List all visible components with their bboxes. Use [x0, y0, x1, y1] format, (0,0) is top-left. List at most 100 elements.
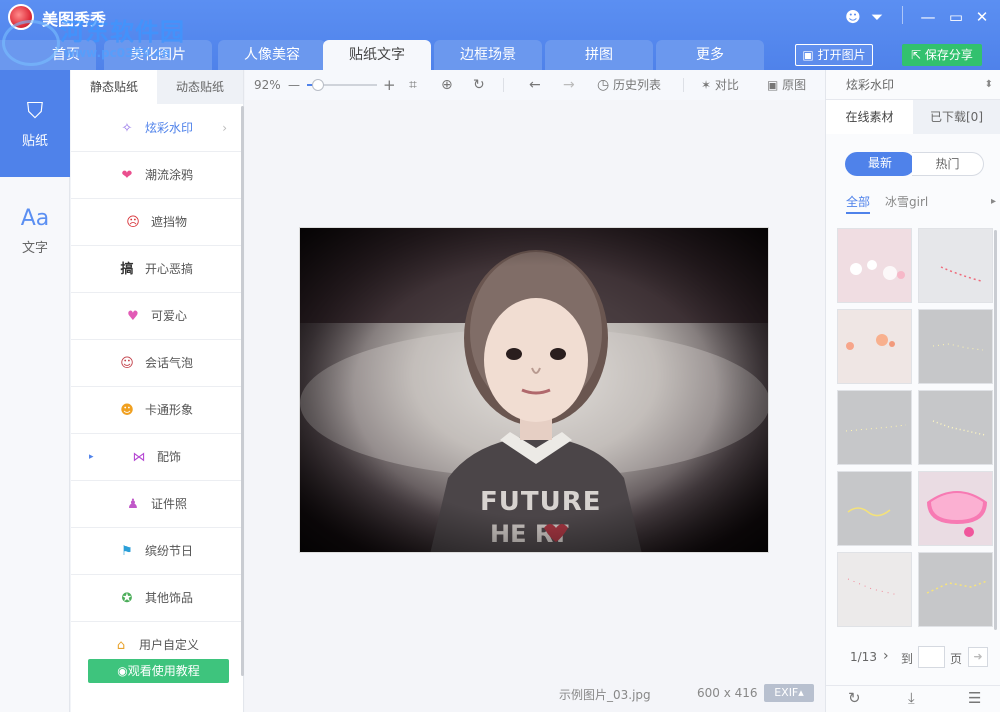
sort-newest-button[interactable]: 最新 [845, 152, 915, 176]
tab-frames[interactable]: 边框场景 [434, 40, 542, 70]
crop-icon[interactable]: ⌗ [409, 70, 417, 100]
image-dimensions: 600 x 416 [697, 686, 758, 700]
category-label: 可爱心 [150, 309, 187, 323]
minimize-icon[interactable]: — [918, 8, 938, 26]
shirt-icon: ♟ [127, 497, 139, 512]
category-item[interactable]: ☻ 卡通形象 [71, 387, 241, 434]
go-page-button[interactable]: ➜ [968, 647, 988, 667]
status-bar: 示例图片_03.jpg 600 x 416 EXIF▴ [245, 680, 825, 712]
sticker-preview [847, 507, 891, 517]
zoom-slider-knob[interactable] [312, 79, 325, 91]
sticker-grid-scrollbar[interactable] [994, 230, 997, 630]
menu-icon[interactable]: ⏷ [867, 8, 887, 26]
redo-icon[interactable]: → [563, 70, 575, 100]
tab-online-materials[interactable]: 在线素材 [826, 100, 913, 134]
open-image-button[interactable]: ▣ 打开图片 [795, 44, 873, 66]
sticker-thumbnail[interactable] [918, 390, 993, 465]
tab-downloaded[interactable]: 已下载[0] [913, 100, 1000, 134]
toolbar-separator [683, 78, 684, 92]
zoom-level: 92% [254, 78, 281, 92]
goto-label: 到 [901, 652, 914, 666]
updown-icon: ⬍ [984, 79, 993, 90]
zoom-slider[interactable] [307, 79, 377, 91]
category-item[interactable]: ✪ 其他饰品 [71, 575, 241, 622]
material-actions-bar: ↻ ⤓ ☰ [826, 685, 1000, 712]
category-item[interactable]: ❤ 潮流涂鸦 [71, 152, 241, 199]
sticker-thumbnail[interactable] [837, 390, 912, 465]
original-button[interactable]: ▣ 原图 [767, 70, 806, 100]
filter-snow-girl[interactable]: 冰雪girl [885, 192, 928, 214]
save-share-button[interactable]: ⇱ 保存分享 [902, 44, 982, 66]
next-page-icon[interactable]: › [883, 648, 889, 664]
rotate-icon[interactable]: ↻ [473, 70, 485, 100]
gift-icon: ⚑ [121, 544, 133, 559]
exif-button[interactable]: EXIF▴ [764, 684, 814, 702]
category-label: 遮挡物 [150, 215, 187, 229]
tab-portrait[interactable]: 人像美容 [218, 40, 326, 70]
filter-all[interactable]: 全部 [846, 192, 871, 214]
title-bar: 美图秀秀 ☻ ⏷ — ▭ ✕ 首页 美化图片 人像美容 贴纸文字 边框场景 拼图… [0, 0, 1000, 70]
sticker-thumbnail[interactable] [918, 228, 993, 303]
sticker-thumbnail[interactable] [837, 309, 912, 384]
category-label: 配饰 [156, 450, 181, 464]
refresh-icon[interactable]: ↻ [848, 689, 861, 707]
zoom-in-button[interactable]: + [383, 70, 396, 100]
nav-stickers[interactable]: ⛉ 贴纸 [0, 70, 70, 177]
undo-icon[interactable]: ← [529, 70, 541, 100]
category-item[interactable]: ♟ 证件照 [71, 481, 241, 528]
category-item[interactable]: ✧ 炫彩水印 › [71, 105, 241, 152]
sticker-preview [846, 334, 895, 350]
sort-popular-button[interactable]: 热门 [912, 152, 984, 176]
sticker-material-panel: 炫彩水印 ⬍ 在线素材 已下载[0] 最新 热门 全部 冰雪girl ▸ 1/1… [825, 70, 1000, 712]
maximize-icon[interactable]: ▭ [946, 8, 966, 26]
watermark-url: www.pc0359.cn [64, 46, 171, 60]
zoom-out-button[interactable]: — [288, 70, 300, 100]
history-button[interactable]: ◷ 历史列表 [597, 70, 661, 100]
category-label: 证件照 [150, 497, 187, 511]
tab-animated-stickers[interactable]: 动态贴纸 [157, 70, 243, 104]
tutorial-button[interactable]: ◉观看使用教程 [88, 659, 229, 683]
tab-static-stickers[interactable]: 静态贴纸 [71, 70, 157, 104]
chevron-right-icon[interactable]: ▸ [991, 192, 996, 214]
category-label: 用户自定义 [138, 638, 199, 652]
category-item[interactable]: ▸ ⋈ 配饰 [71, 434, 241, 481]
tab-collage[interactable]: 拼图 [545, 40, 653, 70]
sticker-thumbnail[interactable] [918, 471, 993, 546]
tab-more[interactable]: 更多 [656, 40, 764, 70]
edited-photo[interactable]: FUTURE HE RT [299, 227, 769, 553]
category-label: 会话气泡 [144, 356, 193, 370]
nav-text[interactable]: Aa 文字 [0, 177, 70, 284]
compare-button[interactable]: ✶ 对比 [701, 70, 739, 100]
close-icon[interactable]: ✕ [972, 8, 992, 26]
watermark-logo [2, 20, 60, 66]
skin-icon[interactable]: ☻ [843, 8, 863, 26]
category-item[interactable]: ⚑ 缤纷节日 [71, 528, 241, 575]
funny-icon: 搞 [120, 262, 134, 277]
category-scrollbar[interactable] [241, 106, 244, 676]
download-icon[interactable]: ⤓ [908, 689, 915, 707]
sticker-thumbnail[interactable] [837, 228, 912, 303]
category-item[interactable]: ☹ 遮挡物 [71, 199, 241, 246]
sticker-thumbnail[interactable] [837, 471, 912, 546]
page-number-input[interactable] [918, 646, 945, 668]
category-label: 开心恶搞 [144, 262, 193, 276]
zoom-fit-icon[interactable]: ⊕ [441, 70, 453, 100]
text-icon: Aa [20, 206, 50, 231]
category-item[interactable]: 搞开心恶搞 [71, 246, 241, 293]
nav-text-label: 文字 [21, 241, 48, 256]
export-icon: ⇱ [911, 48, 925, 62]
speech-bubble-icon: ☺ [120, 356, 134, 371]
tab-stickers-text[interactable]: 贴纸文字 [323, 40, 431, 70]
image-canvas[interactable]: FUTURE HE RT [245, 100, 825, 680]
category-item[interactable]: ☺ 会话气泡 [71, 340, 241, 387]
more-icon[interactable]: ☰ [968, 689, 981, 707]
sticker-category-panel: 静态贴纸 动态贴纸 ✧ 炫彩水印 › ❤ 潮流涂鸦 ☹ 遮挡物 搞开心恶搞 ♥ 可爱心 … [71, 70, 244, 712]
category-item[interactable]: ♥ 可爱心 [71, 293, 241, 340]
sticker-thumbnail[interactable] [837, 552, 912, 627]
sticker-thumbnail[interactable] [918, 309, 993, 384]
compare-icon: ✶ [701, 78, 712, 92]
sticker-preview [927, 491, 987, 537]
material-category-dropdown[interactable]: 炫彩水印 ⬍ [826, 70, 1000, 100]
sticker-thumbnail[interactable] [918, 552, 993, 627]
save-share-label: 保存分享 [924, 48, 973, 62]
